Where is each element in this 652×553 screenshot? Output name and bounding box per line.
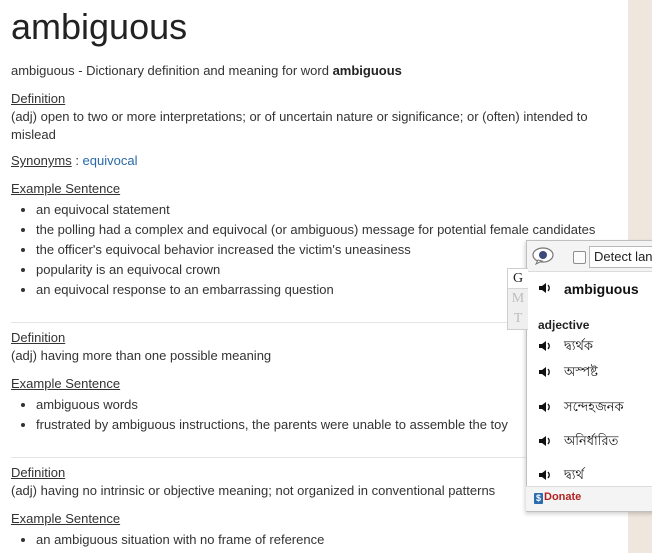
definition-label: Definition [11,91,66,106]
donate-link[interactable]: Donate [544,491,581,503]
part-of-speech: adjective [538,318,590,332]
tab-google[interactable]: G [508,269,528,289]
translation-item[interactable]: সন্দেহজনক [564,398,624,419]
example-item: an ambiguous situation with no frame of … [36,530,616,550]
popup-word: ambiguous [564,281,639,297]
translation-item[interactable]: অনির্ধারিত [564,432,618,453]
speaker-icon[interactable] [538,365,552,379]
tab-translator[interactable]: T [508,309,528,329]
speaker-icon[interactable] [538,281,552,295]
speaker-icon[interactable] [538,400,552,414]
popup-footer: $ Donate [526,486,652,511]
detect-language-checkbox[interactable] [573,251,586,264]
synonyms-label: Synonyms [11,153,72,168]
speaker-icon[interactable] [538,339,552,353]
dollar-icon: $ [534,493,543,504]
intro-word: ambiguous [332,63,402,78]
example-block-3: Example Sentence an ambiguous situation … [11,510,616,550]
translator-tabs: G M T [507,268,528,330]
speaker-icon[interactable] [538,468,552,482]
intro-line: ambiguous - Dictionary definition and me… [11,63,402,78]
synonyms-row: Synonyms : equivocal [11,152,616,170]
example-label: Example Sentence [11,181,121,196]
example-item: the polling had a complex and equivocal … [36,220,616,240]
definition-text: (adj) open to two or more interpretation… [11,109,588,142]
example-label: Example Sentence [11,511,121,526]
example-list: an ambiguous situation with no frame of … [11,530,616,550]
detect-language-select[interactable]: Detect lan [589,246,652,268]
page-title: ambiguous [11,6,188,47]
speaker-icon[interactable] [538,434,552,448]
intro-prefix: ambiguous - Dictionary definition and me… [11,63,333,78]
synonym-link-equivocal[interactable]: equivocal [83,153,138,168]
popup-toolbar: Detect lan [527,241,652,272]
speech-bubble-icon[interactable] [532,247,554,265]
example-item: an equivocal statement [36,200,616,220]
translation-item[interactable]: দ্ব্যর্থক [564,337,593,358]
tab-microsoft[interactable]: M [508,289,528,309]
translation-item[interactable]: অস্পষ্ট [564,363,598,384]
synonyms-separator: : [71,153,83,168]
sense-1: Definition (adj) open to two or more int… [11,90,616,144]
translation-item[interactable]: দ্ব্যর্থ [564,466,584,487]
